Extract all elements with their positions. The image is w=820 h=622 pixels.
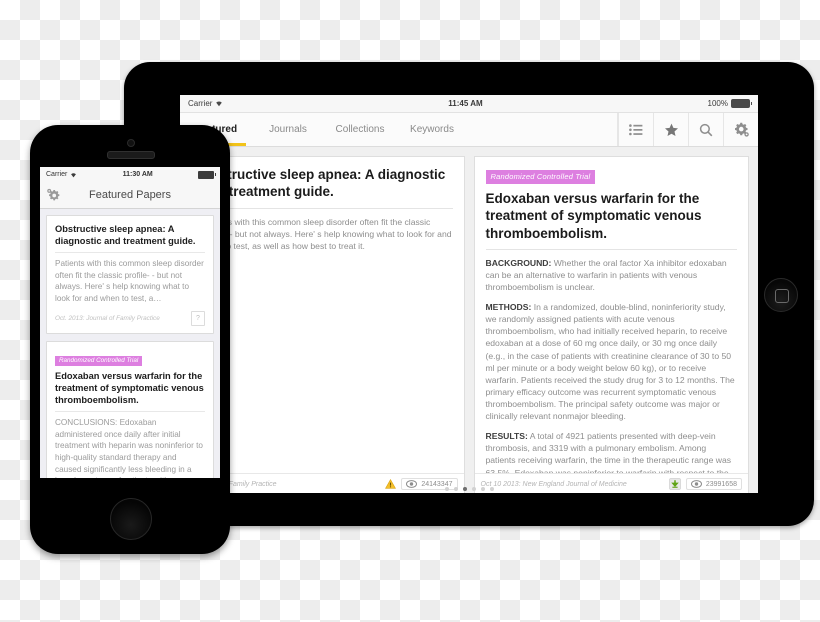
tab-collections-label: Collections <box>335 124 385 135</box>
phone-camera-icon <box>127 139 135 147</box>
abstract-methods: METHODS: In a randomized, double-blind, … <box>486 301 738 422</box>
phone-nav-bar: Featured Papers <box>40 182 220 209</box>
star-icon[interactable] <box>653 113 688 146</box>
phone-carrier: Carrier <box>46 171 68 178</box>
list-item-edoxaban[interactable]: Randomized Controlled Trial Edoxaban ver… <box>46 340 214 478</box>
status-badge: Randomized Controlled Trial <box>55 355 143 366</box>
page-dot[interactable] <box>489 487 494 491</box>
phone-paper-list: Obstructive sleep apnea: A diagnostic an… <box>40 209 220 478</box>
search-icon[interactable] <box>688 113 723 146</box>
tablet-status-bar: Carrier 11:45 AM 100% <box>180 95 758 113</box>
paper-abstract: Patients with this common sleep disorder… <box>201 216 452 251</box>
paper-card-edoxaban[interactable]: Randomized Controlled Trial Edoxaban ver… <box>473 156 749 493</box>
list-icon[interactable] <box>618 113 653 146</box>
phone-screen: Carrier 11:30 AM Featured Papers Obstruc… <box>40 167 220 478</box>
help-badge[interactable]: ? <box>191 310 205 326</box>
tablet-content: Obstructive sleep apnea: A diagnostic an… <box>180 147 758 493</box>
divider <box>485 248 737 250</box>
page-dot[interactable] <box>453 487 458 491</box>
tablet-screen: Carrier 11:45 AM 100% Featured Journals <box>180 95 758 493</box>
tab-keywords-label: Keywords <box>410 124 454 135</box>
page-title: Featured Papers <box>89 189 171 201</box>
abstract-heading: RESULTS: <box>485 431 528 442</box>
paper-title: Edoxaban versus warfarin for the treatme… <box>485 191 702 241</box>
divider <box>55 252 205 254</box>
gear-icon[interactable] <box>723 113 758 146</box>
tab-keywords[interactable]: Keywords <box>396 113 468 146</box>
phone-device: Carrier 11:30 AM Featured Papers Obstruc… <box>30 125 230 554</box>
list-item-osa[interactable]: Obstructive sleep apnea: A diagnostic an… <box>46 215 214 334</box>
phone-clock: 11:30 AM <box>122 171 153 178</box>
battery-icon <box>731 99 752 108</box>
tab-collections[interactable]: Collections <box>324 113 396 146</box>
battery-icon <box>198 170 217 179</box>
abstract-background: BACKGROUND: Whether the oral factor Xa i… <box>486 257 738 293</box>
wifi-icon <box>71 172 77 177</box>
divider <box>201 207 453 209</box>
status-badge: Randomized Controlled Trial <box>485 170 596 184</box>
divider <box>55 410 205 412</box>
tablet-carrier: Carrier <box>188 99 223 108</box>
phone-speaker-icon <box>107 151 155 159</box>
abstract-heading: BACKGROUND: <box>485 257 552 268</box>
tablet-home-button[interactable] <box>764 278 798 312</box>
wifi-icon <box>216 101 223 107</box>
tablet-carrier-label: Carrier <box>188 99 213 108</box>
abstract-body: In a randomized, double-blind, noninferi… <box>485 302 735 422</box>
paper-abstract: CONCLUSIONS: Edoxaban administered once … <box>55 417 203 478</box>
paper-title: Edoxaban versus warfarin for the treatme… <box>55 370 204 405</box>
paper-footer: Oct. 2013: Journal of Family Practice ? <box>55 310 205 326</box>
abstract-heading: METHODS: <box>485 302 532 313</box>
paper-card-osa[interactable]: Obstructive sleep apnea: A diagnostic an… <box>189 156 465 493</box>
tab-bar-spacer <box>468 113 618 146</box>
tab-journals[interactable]: Journals <box>252 113 324 146</box>
page-dot[interactable] <box>444 487 449 491</box>
phone-home-button[interactable] <box>110 498 152 540</box>
tablet-tab-bar: Featured Journals Collections Keywords <box>180 113 758 147</box>
paper-title: Obstructive sleep apnea: A diagnostic an… <box>55 224 196 247</box>
tab-journals-label: Journals <box>269 124 307 135</box>
page-indicator[interactable] <box>180 487 758 491</box>
page-dot[interactable] <box>480 487 485 491</box>
paper-abstract: Patients with this common sleep disorder… <box>55 259 204 304</box>
tablet-battery-percent: 100% <box>707 99 728 108</box>
page-dot-active[interactable] <box>462 487 467 491</box>
paper-source: Oct. 2013: Journal of Family Practice <box>55 314 160 322</box>
tablet-toolbar <box>618 113 758 146</box>
paper-title: Obstructive sleep apnea: A diagnostic an… <box>201 167 446 200</box>
tablet-clock: 11:45 AM <box>448 99 483 108</box>
abstract-results: RESULTS: A total of 4921 patients presen… <box>486 430 738 473</box>
phone-status-bar: Carrier 11:30 AM <box>40 167 220 182</box>
page-dot[interactable] <box>471 487 476 491</box>
